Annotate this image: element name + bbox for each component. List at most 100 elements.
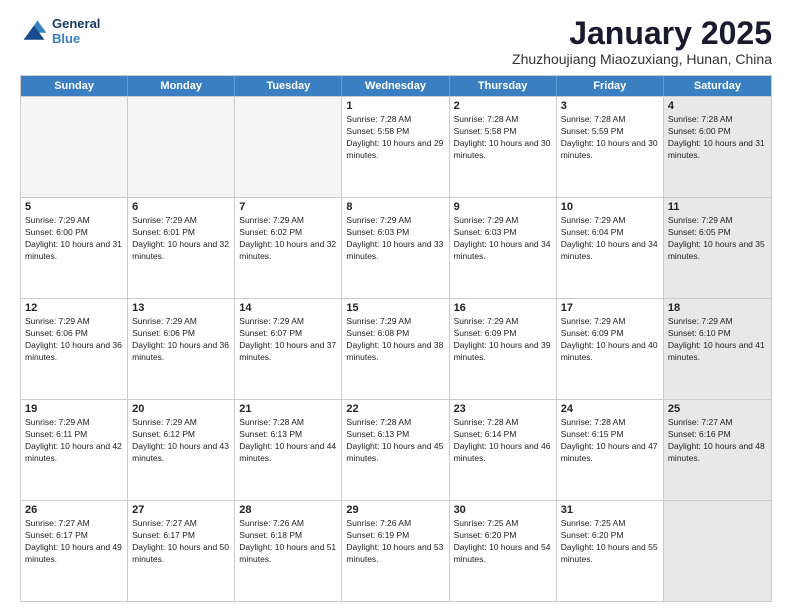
day-info: Sunrise: 7:28 AMSunset: 5:58 PMDaylight:… (346, 114, 444, 162)
day-info: Sunrise: 7:29 AMSunset: 6:08 PMDaylight:… (346, 316, 444, 364)
day-info: Sunrise: 7:27 AMSunset: 6:17 PMDaylight:… (132, 518, 230, 566)
month-title: January 2025 (512, 16, 772, 51)
day-info: Sunrise: 7:29 AMSunset: 6:11 PMDaylight:… (25, 417, 123, 465)
day-info: Sunrise: 7:25 AMSunset: 6:20 PMDaylight:… (454, 518, 552, 566)
location-subtitle: Zhuzhoujiang Miaozuxiang, Hunan, China (512, 51, 772, 67)
calendar-cell (664, 501, 771, 601)
calendar-cell: 4 Sunrise: 7:28 AMSunset: 6:00 PMDaylight… (664, 97, 771, 197)
weekday-header-saturday: Saturday (664, 76, 771, 96)
day-info: Sunrise: 7:25 AMSunset: 6:20 PMDaylight:… (561, 518, 659, 566)
day-info: Sunrise: 7:28 AMSunset: 5:58 PMDaylight:… (454, 114, 552, 162)
calendar-cell: 21Sunrise: 7:28 AMSunset: 6:13 PMDayligh… (235, 400, 342, 500)
day-number: 1 (346, 100, 444, 112)
weekday-header-monday: Monday (128, 76, 235, 96)
calendar-cell: 23 Sunrise: 7:28 AMSunset: 6:14 PMDayligh… (450, 400, 557, 500)
day-info: Sunrise: 7:28 AMSunset: 6:15 PMDaylight:… (561, 417, 659, 465)
day-info: Sunrise: 7:27 AMSunset: 6:17 PMDaylight:… (25, 518, 123, 566)
calendar-cell: 8 Sunrise: 7:29 AMSunset: 6:03 PMDaylight… (342, 198, 449, 298)
weekday-header-tuesday: Tuesday (235, 76, 342, 96)
calendar-cell: 7Sunrise: 7:29 AMSunset: 6:02 PMDaylight… (235, 198, 342, 298)
day-info: Sunrise: 7:29 AMSunset: 6:06 PMDaylight:… (132, 316, 230, 364)
day-number: 3 (561, 100, 659, 112)
day-info: Sunrise: 7:26 AMSunset: 6:19 PMDaylight:… (346, 518, 444, 566)
calendar-cell: 2 Sunrise: 7:28 AMSunset: 5:58 PMDaylight… (450, 97, 557, 197)
calendar-cell: 14 Sunrise: 7:29 AMSunset: 6:07 PMDayligh… (235, 299, 342, 399)
calendar-row-3: 12Sunrise: 7:29 AMSunset: 6:06 PMDayligh… (21, 298, 771, 399)
day-info: Sunrise: 7:29 AMSunset: 6:03 PMDaylight:… (454, 215, 552, 263)
day-number: 18 (668, 302, 767, 314)
day-number: 31 (561, 504, 659, 516)
calendar-row-4: 19 Sunrise: 7:29 AMSunset: 6:11 PMDayligh… (21, 399, 771, 500)
calendar-cell (128, 97, 235, 197)
calendar-cell: 5Sunrise: 7:29 AMSunset: 6:00 PMDaylight… (21, 198, 128, 298)
calendar-cell: 13 Sunrise: 7:29 AMSunset: 6:06 PMDayligh… (128, 299, 235, 399)
day-number: 20 (132, 403, 230, 415)
calendar-cell: 25Sunrise: 7:27 AMSunset: 6:16 PMDayligh… (664, 400, 771, 500)
day-info: Sunrise: 7:29 AMSunset: 6:01 PMDaylight:… (132, 215, 230, 263)
calendar-cell: 3Sunrise: 7:28 AMSunset: 5:59 PMDaylight… (557, 97, 664, 197)
calendar-header: SundayMondayTuesdayWednesdayThursdayFrid… (21, 76, 771, 96)
calendar-cell: 1 Sunrise: 7:28 AMSunset: 5:58 PMDaylight… (342, 97, 449, 197)
calendar-cell: 26 Sunrise: 7:27 AMSunset: 6:17 PMDayligh… (21, 501, 128, 601)
day-info: Sunrise: 7:28 AMSunset: 6:00 PMDaylight:… (668, 114, 767, 162)
weekday-header-wednesday: Wednesday (342, 76, 449, 96)
calendar-cell: 31 Sunrise: 7:25 AMSunset: 6:20 PMDayligh… (557, 501, 664, 601)
day-number: 13 (132, 302, 230, 314)
day-info: Sunrise: 7:29 AMSunset: 6:12 PMDaylight:… (132, 417, 230, 465)
day-info: Sunrise: 7:27 AMSunset: 6:16 PMDaylight:… (668, 417, 767, 465)
day-info: Sunrise: 7:28 AMSunset: 6:14 PMDaylight:… (454, 417, 552, 465)
weekday-header-friday: Friday (557, 76, 664, 96)
calendar-cell: 24 Sunrise: 7:28 AMSunset: 6:15 PMDayligh… (557, 400, 664, 500)
day-info: Sunrise: 7:26 AMSunset: 6:18 PMDaylight:… (239, 518, 337, 566)
calendar-row-1: 1 Sunrise: 7:28 AMSunset: 5:58 PMDaylight… (21, 96, 771, 197)
calendar-cell: 27 Sunrise: 7:27 AMSunset: 6:17 PMDayligh… (128, 501, 235, 601)
day-number: 5 (25, 201, 123, 213)
calendar-row-5: 26 Sunrise: 7:27 AMSunset: 6:17 PMDayligh… (21, 500, 771, 601)
day-number: 2 (454, 100, 552, 112)
day-number: 17 (561, 302, 659, 314)
title-block: January 2025 Zhuzhoujiang Miaozuxiang, H… (512, 16, 772, 67)
generalblue-icon (20, 17, 48, 45)
header: General Blue January 2025 Zhuzhoujiang M… (20, 16, 772, 67)
day-number: 22 (346, 403, 444, 415)
day-number: 19 (25, 403, 123, 415)
day-info: Sunrise: 7:29 AMSunset: 6:06 PMDaylight:… (25, 316, 123, 364)
calendar-cell: 19 Sunrise: 7:29 AMSunset: 6:11 PMDayligh… (21, 400, 128, 500)
day-info: Sunrise: 7:28 AMSunset: 6:13 PMDaylight:… (346, 417, 444, 465)
day-info: Sunrise: 7:29 AMSunset: 6:10 PMDaylight:… (668, 316, 767, 364)
day-number: 9 (454, 201, 552, 213)
calendar-cell: 6Sunrise: 7:29 AMSunset: 6:01 PMDaylight… (128, 198, 235, 298)
calendar-cell (21, 97, 128, 197)
calendar-cell: 18 Sunrise: 7:29 AMSunset: 6:10 PMDayligh… (664, 299, 771, 399)
day-number: 27 (132, 504, 230, 516)
calendar-cell: 15 Sunrise: 7:29 AMSunset: 6:08 PMDayligh… (342, 299, 449, 399)
day-number: 8 (346, 201, 444, 213)
day-number: 24 (561, 403, 659, 415)
calendar-cell: 22 Sunrise: 7:28 AMSunset: 6:13 PMDayligh… (342, 400, 449, 500)
logo: General Blue (20, 16, 100, 46)
day-number: 7 (239, 201, 337, 213)
day-number: 16 (454, 302, 552, 314)
day-number: 11 (668, 201, 767, 213)
calendar-cell: 29 Sunrise: 7:26 AMSunset: 6:19 PMDayligh… (342, 501, 449, 601)
day-number: 23 (454, 403, 552, 415)
day-info: Sunrise: 7:29 AMSunset: 6:05 PMDaylight:… (668, 215, 767, 263)
weekday-header-thursday: Thursday (450, 76, 557, 96)
calendar-cell: 30 Sunrise: 7:25 AMSunset: 6:20 PMDayligh… (450, 501, 557, 601)
calendar-cell: 11 Sunrise: 7:29 AMSunset: 6:05 PMDayligh… (664, 198, 771, 298)
calendar-cell: 9 Sunrise: 7:29 AMSunset: 6:03 PMDaylight… (450, 198, 557, 298)
calendar: SundayMondayTuesdayWednesdayThursdayFrid… (20, 75, 772, 602)
day-info: Sunrise: 7:29 AMSunset: 6:09 PMDaylight:… (454, 316, 552, 364)
day-number: 4 (668, 100, 767, 112)
calendar-cell: 17Sunrise: 7:29 AMSunset: 6:09 PMDayligh… (557, 299, 664, 399)
day-info: Sunrise: 7:28 AMSunset: 6:13 PMDaylight:… (239, 417, 337, 465)
day-number: 30 (454, 504, 552, 516)
page: General Blue January 2025 Zhuzhoujiang M… (0, 0, 792, 612)
day-number: 29 (346, 504, 444, 516)
weekday-header-sunday: Sunday (21, 76, 128, 96)
day-number: 15 (346, 302, 444, 314)
day-number: 26 (25, 504, 123, 516)
day-number: 14 (239, 302, 337, 314)
day-info: Sunrise: 7:29 AMSunset: 6:03 PMDaylight:… (346, 215, 444, 263)
day-info: Sunrise: 7:29 AMSunset: 6:07 PMDaylight:… (239, 316, 337, 364)
